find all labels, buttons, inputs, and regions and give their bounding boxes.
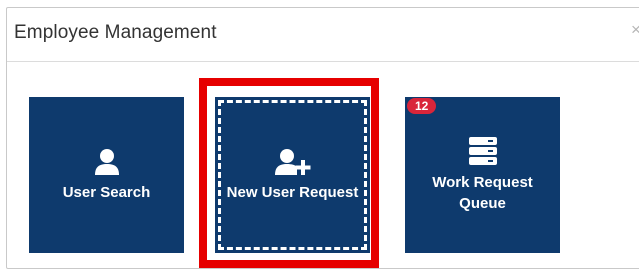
new-user-request-label: New User Request: [226, 183, 359, 201]
server-stack-icon: [468, 136, 498, 170]
panel-title: Employee Management: [14, 22, 217, 43]
user-search-tile[interactable]: User Search: [29, 97, 184, 253]
user-plus-icon: [274, 148, 311, 180]
work-request-queue-label: Work Request Queue: [432, 174, 533, 212]
panel-header: Employee Management ×: [7, 8, 639, 62]
user-icon: [94, 148, 120, 180]
user-search-label: User Search: [62, 183, 151, 201]
close-icon[interactable]: ×: [631, 20, 639, 40]
work-request-queue-tile[interactable]: Work Request Queue: [405, 97, 560, 253]
queue-count-badge: 12: [407, 98, 437, 114]
new-user-request-tile[interactable]: New User Request: [215, 97, 370, 253]
